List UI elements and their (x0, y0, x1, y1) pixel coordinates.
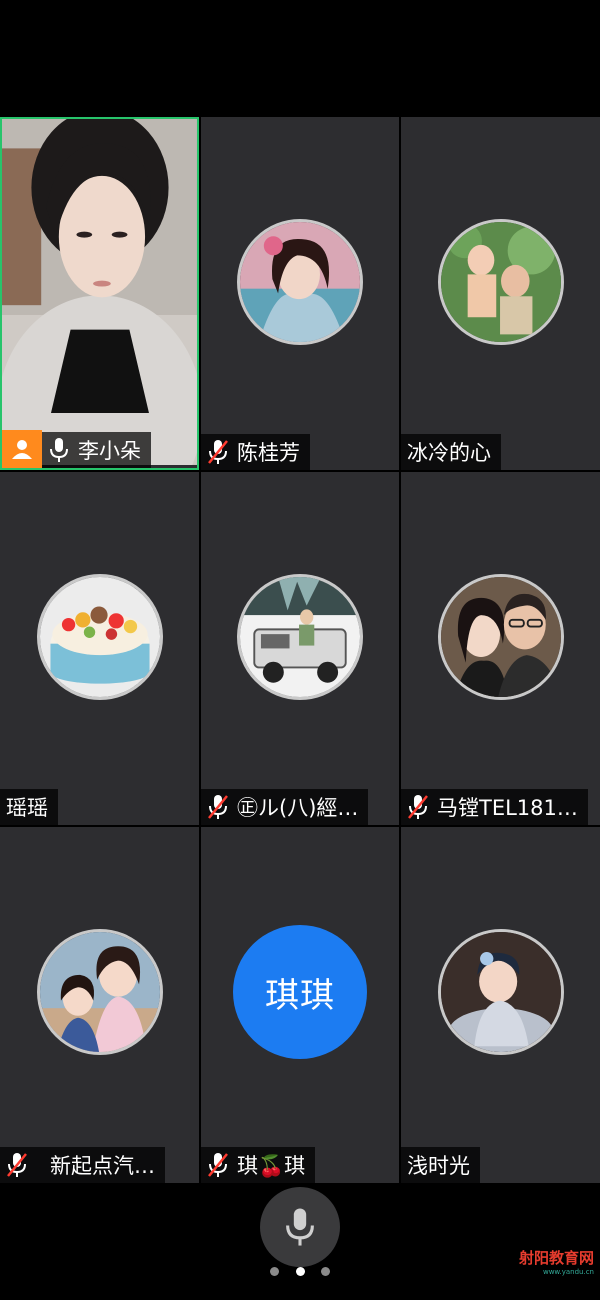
participant-video (2, 119, 197, 465)
name-bar: 马镗TEL181… (401, 789, 588, 825)
participant-name: 琪🍒琪 (237, 1154, 306, 1178)
participant-name: 马镗TEL181… (437, 796, 578, 820)
avatar (237, 574, 363, 700)
watermark-text: 射阳教育网 (518, 1249, 594, 1267)
avatar (437, 574, 564, 700)
avatar (437, 219, 564, 345)
avatar (36, 574, 163, 700)
participant-tile-2[interactable]: 陈桂芳 (201, 117, 399, 470)
name-bar: 瑶瑶 (0, 789, 58, 825)
bottom-bar: 射阳教育网 www.yandu.cn (0, 1183, 600, 1300)
page-dot-3[interactable] (321, 1267, 330, 1276)
watermark-subtext: www.yandu.cn (542, 1268, 594, 1276)
page-dot-2[interactable] (295, 1267, 305, 1276)
name-bar: 李小朵 (42, 432, 151, 468)
text-avatar: 琪琪 (233, 925, 367, 1059)
name-bar: 新起点汽… (0, 1147, 165, 1183)
microphone-muted-icon (208, 795, 228, 819)
microphone-icon (286, 1208, 314, 1246)
participant-tile-9[interactable]: 浅时光 (401, 827, 600, 1183)
participant-tile-6[interactable]: 马镗TEL181… (401, 472, 600, 825)
participant-grid: 李小朵 陈桂芳 冰冷的心 瑶瑶 ㊣ル(八)經… 马镗TEL181… 新起点汽… … (0, 117, 600, 1183)
participant-name: 瑶瑶 (6, 796, 48, 820)
watermark-logo: 射阳教育网 www.yandu.cn (519, 1247, 594, 1276)
name-bar: 陈桂芳 (201, 434, 310, 470)
participant-name: 浅时光 (407, 1154, 470, 1178)
participant-tile-1[interactable]: 李小朵 (0, 117, 199, 470)
participant-tile-7[interactable]: 新起点汽… (0, 827, 199, 1183)
person-icon (12, 440, 32, 459)
name-bar: ㊣ル(八)經… (201, 789, 369, 825)
avatar (437, 929, 564, 1055)
name-bar: 浅时光 (401, 1147, 480, 1183)
page-indicator[interactable] (270, 1267, 330, 1276)
name-bar: 琪🍒琪 (201, 1147, 316, 1183)
participant-tile-3[interactable]: 冰冷的心 (401, 117, 600, 470)
participant-name: 李小朵 (78, 439, 141, 463)
participant-tile-8[interactable]: 琪琪 琪🍒琪 (201, 827, 399, 1183)
microphone-muted-icon (208, 440, 228, 464)
participant-tile-5[interactable]: ㊣ル(八)經… (201, 472, 399, 825)
avatar (36, 929, 163, 1055)
participant-name: 陈桂芳 (237, 441, 300, 465)
participant-tile-4[interactable]: 瑶瑶 (0, 472, 199, 825)
microphone-muted-icon (208, 1153, 228, 1177)
host-badge (2, 430, 42, 468)
microphone-button[interactable] (260, 1187, 340, 1267)
microphone-icon (50, 438, 68, 462)
microphone-muted-icon (7, 1153, 27, 1177)
avatar (237, 219, 363, 345)
microphone-muted-icon (408, 795, 428, 819)
participant-name: 新起点汽… (50, 1154, 155, 1178)
participant-name: 冰冷的心 (407, 441, 491, 465)
name-bar: 冰冷的心 (401, 434, 501, 470)
participant-name: ㊣ル(八)經… (237, 796, 359, 820)
page-dot-1[interactable] (270, 1267, 279, 1276)
